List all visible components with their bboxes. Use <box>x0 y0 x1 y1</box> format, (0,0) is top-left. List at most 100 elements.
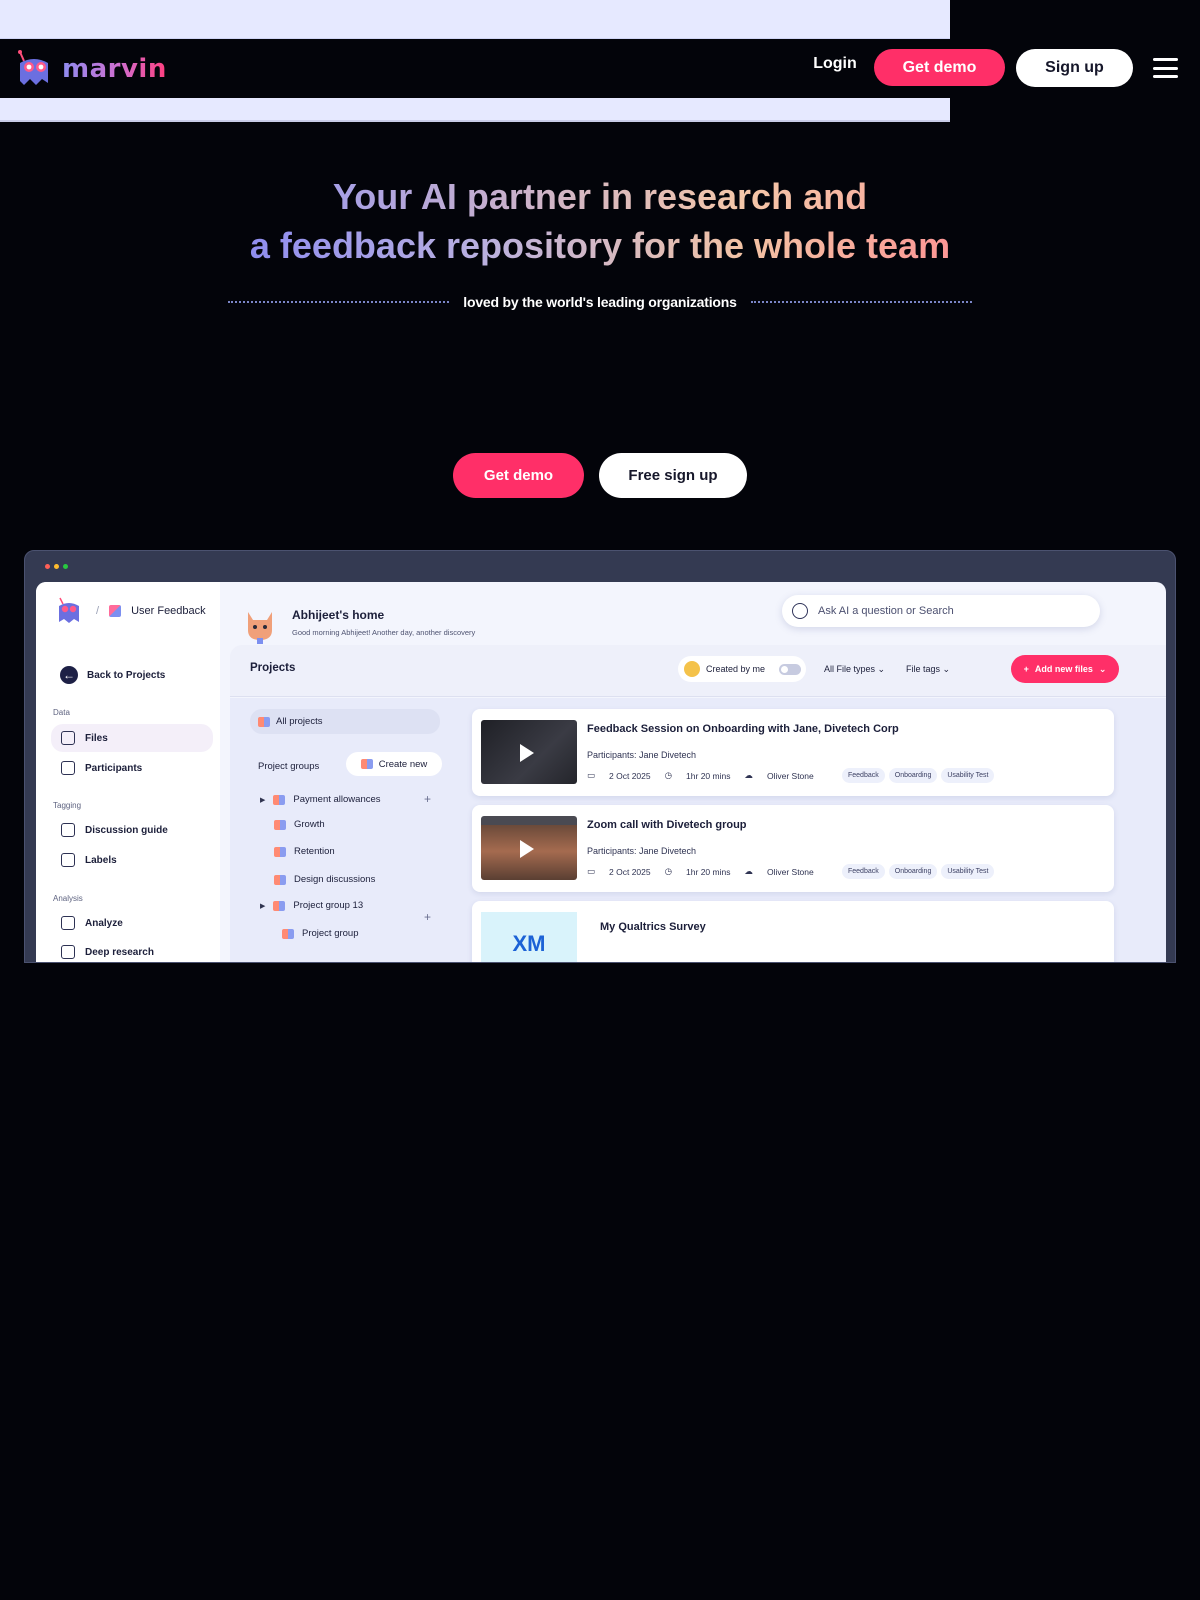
hero-line-2: a feedback repository for the whole team <box>0 221 1200 270</box>
deep-research-icon <box>61 945 75 959</box>
cloud-upload-icon: ☁ <box>744 866 753 876</box>
file-owner: Oliver Stone <box>766 866 814 877</box>
top-banner-strip <box>0 0 950 39</box>
folder-icon <box>258 716 270 727</box>
file-meta: ▭ 2 Oct 2025 ◷ 1hr 20 mins ☁ Oliver Stone <box>587 770 814 781</box>
sidebar-item-participants[interactable]: Participants <box>51 754 213 782</box>
tree-item-label: Retention <box>294 846 335 857</box>
dotted-divider-left <box>228 301 450 303</box>
chevron-down-icon: ⌄ <box>877 664 886 674</box>
tagline: loved by the world's leading organizatio… <box>463 294 737 310</box>
cloud-upload-icon: ☁ <box>744 770 753 780</box>
file-date: 2 Oct 2025 <box>609 770 651 781</box>
breadcrumb-project[interactable]: User Feedback <box>131 605 206 617</box>
label-icon <box>61 853 75 867</box>
brand-name: marvin <box>62 54 167 84</box>
section-data: Data <box>53 708 70 717</box>
sidebar-item-deep-research[interactable]: Deep research <box>51 938 213 962</box>
sidebar-item-discussion-guide[interactable]: Discussion guide <box>51 816 213 844</box>
qualtrics-logo: XM <box>481 912 577 962</box>
tree-item-growth[interactable]: Growth <box>274 819 325 830</box>
hamburger-icon[interactable] <box>1153 58 1178 78</box>
sidebar-item-files[interactable]: Files <box>51 724 213 752</box>
created-by-me-toggle[interactable]: Created by me <box>678 656 806 682</box>
home-title: Abhijeet's home <box>292 608 385 622</box>
file-duration: 1hr 20 mins <box>686 866 731 877</box>
file-types-dropdown[interactable]: All File types ⌄ <box>824 664 885 675</box>
brand-logo[interactable]: marvin <box>14 49 167 89</box>
tag[interactable]: Usability Test <box>941 768 995 783</box>
project-folder-icon <box>109 605 122 617</box>
folder-icon <box>273 900 286 911</box>
tree-item-project-group-13[interactable]: ▶ Project group 13 <box>260 900 363 911</box>
file-duration: 1hr 20 mins <box>686 770 731 781</box>
file-card[interactable]: Feedback Session on Onboarding with Jane… <box>472 709 1114 796</box>
chevron-down-icon: ⌄ <box>1098 663 1107 674</box>
sidebar-item-label: Analyze <box>85 917 123 929</box>
folder-icon <box>274 846 286 857</box>
file-card[interactable]: XM My Qualtrics Survey <box>472 901 1114 962</box>
ai-search-input[interactable]: Ask AI a question or Search <box>782 595 1100 627</box>
folder-icon <box>274 874 286 885</box>
tag[interactable]: Onboarding <box>888 768 938 783</box>
video-thumbnail <box>481 816 577 880</box>
file-tags-dropdown[interactable]: File tags ⌄ <box>906 664 950 675</box>
tag[interactable]: Feedback <box>842 864 885 879</box>
get-demo-button[interactable]: Get demo <box>874 49 1005 86</box>
sidebar-item-labels[interactable]: Labels <box>51 846 213 874</box>
tree-item-payment-allowances[interactable]: ▶ Payment allowances <box>260 794 381 805</box>
projects-title: Projects <box>250 662 296 674</box>
navbar: marvin Login Get demo Sign up <box>0 39 1200 98</box>
tag[interactable]: Onboarding <box>888 864 938 879</box>
bottom-banner-strip <box>0 98 950 122</box>
tag[interactable]: Feedback <box>842 768 885 783</box>
sign-up-button[interactable]: Sign up <box>1016 49 1133 87</box>
files-icon <box>61 731 75 745</box>
tree-item-retention[interactable]: Retention <box>274 846 335 857</box>
hero-line-1: Your AI partner in research and <box>0 172 1200 221</box>
add-new-files-button[interactable]: + Add new files ⌄ <box>1011 655 1119 683</box>
tree-item-label: Payment allowances <box>293 794 381 805</box>
tree-item-project-group[interactable]: Project group <box>282 928 359 939</box>
sidebar-item-label: Deep research <box>85 946 154 958</box>
toggle-switch[interactable] <box>779 663 802 675</box>
play-icon[interactable] <box>520 840 534 858</box>
login-link[interactable]: Login <box>805 55 865 73</box>
arrow-left-icon: ← <box>60 666 78 684</box>
cat-mascot-icon <box>248 612 272 644</box>
sidebar-item-label: Labels <box>85 854 117 866</box>
calendar-icon: ▭ <box>587 770 596 780</box>
tree-item-label: Project group 13 <box>293 900 364 911</box>
folder-icon <box>273 794 286 805</box>
chevron-down-icon: ⌄ <box>942 664 951 674</box>
tree-item-design-discussions[interactable]: Design discussions <box>274 874 375 885</box>
window-controls <box>45 564 68 569</box>
add-subgroup-icon[interactable]: + <box>424 910 431 924</box>
hero-get-demo-button[interactable]: Get demo <box>453 453 584 498</box>
tree-item-label: Project group <box>302 928 359 939</box>
clock-icon: ◷ <box>664 866 673 876</box>
all-projects-item[interactable]: All projects <box>250 709 440 734</box>
file-tags: Feedback Onboarding Usability Test <box>842 864 995 879</box>
app-screenshot: / User Feedback ← Back to Projects Data … <box>24 550 1176 963</box>
file-meta: ▭ 2 Oct 2025 ◷ 1hr 20 mins ☁ Oliver Stone <box>587 866 814 877</box>
file-title: Feedback Session on Onboarding with Jane… <box>587 723 899 735</box>
create-new-button[interactable]: Create new <box>346 752 442 776</box>
file-title: My Qualtrics Survey <box>600 921 706 933</box>
back-to-projects-link[interactable]: ← Back to Projects <box>60 666 165 684</box>
add-subgroup-icon[interactable]: + <box>424 792 431 806</box>
marvin-logo-icon <box>18 50 48 85</box>
play-icon[interactable] <box>520 744 534 762</box>
sidebar-item-analyze[interactable]: Analyze <box>51 909 213 937</box>
guide-icon <box>61 823 75 837</box>
file-card[interactable]: Zoom call with Divetech group Participan… <box>472 805 1114 892</box>
hero-free-sign-up-button[interactable]: Free sign up <box>599 453 747 498</box>
ai-search-icon <box>792 603 808 619</box>
file-participants: Participants: Jane Divetech <box>587 750 697 760</box>
participants-icon <box>61 761 75 775</box>
avatar <box>684 661 700 677</box>
tree-item-label: Design discussions <box>294 874 376 885</box>
tag[interactable]: Usability Test <box>941 864 995 879</box>
folder-icon <box>274 819 286 830</box>
file-types-label: All File types <box>824 664 876 674</box>
